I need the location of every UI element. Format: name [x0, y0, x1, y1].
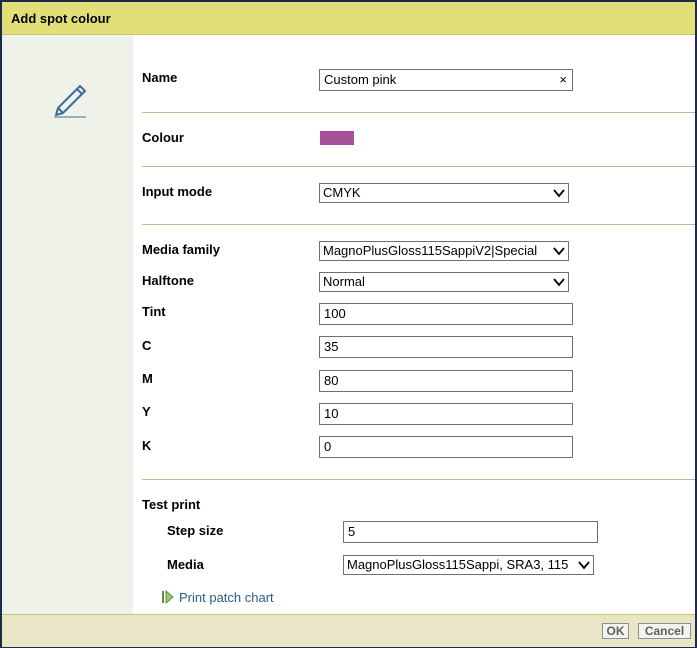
test-print-label: Test print: [142, 497, 201, 512]
tint-label: Tint: [142, 304, 166, 319]
cancel-button[interactable]: Cancel: [638, 623, 691, 639]
y-value: 10: [324, 406, 339, 421]
name-value: Custom pink: [324, 72, 397, 87]
separator: [142, 166, 695, 167]
colour-label: Colour: [142, 130, 184, 145]
y-label: Y: [142, 404, 151, 419]
clear-icon[interactable]: ×: [559, 72, 567, 88]
k-label: K: [142, 438, 152, 453]
media-family-select[interactable]: MagnoPlusGloss115SappiV2|Special: [319, 241, 569, 261]
k-input[interactable]: 0: [319, 436, 573, 458]
tint-value: 100: [324, 306, 346, 321]
chevron-down-icon: [578, 561, 590, 570]
name-label: Name: [142, 70, 178, 85]
separator: [142, 224, 695, 225]
print-patch-chart-link[interactable]: Print patch chart: [162, 589, 274, 605]
c-value: 35: [324, 339, 339, 354]
input-mode-value: CMYK: [323, 185, 361, 200]
step-size-label: Step size: [167, 523, 224, 538]
m-label: M: [142, 371, 153, 386]
k-value: 0: [324, 439, 332, 454]
tint-input[interactable]: 100: [319, 303, 573, 325]
media-select[interactable]: MagnoPlusGloss115Sappi, SRA3, 115: [343, 555, 594, 575]
chevron-down-icon: [553, 247, 565, 256]
input-mode-select[interactable]: CMYK: [319, 183, 569, 203]
halftone-select[interactable]: Normal: [319, 272, 569, 292]
step-size-value: 5: [348, 524, 356, 539]
chevron-down-icon: [553, 189, 565, 198]
m-input[interactable]: 80: [319, 370, 573, 392]
halftone-label: Halftone: [142, 273, 194, 288]
dialog-title: Add spot colour: [11, 11, 111, 26]
step-size-input[interactable]: 5: [343, 521, 598, 543]
add-spot-colour-dialog: Add spot colour Name Custom pink × Colou…: [0, 0, 697, 648]
separator: [142, 479, 695, 480]
name-input[interactable]: Custom pink ×: [319, 69, 573, 91]
c-input[interactable]: 35: [319, 336, 573, 358]
left-pane: [2, 35, 133, 614]
chevron-down-icon: [553, 278, 565, 287]
print-patch-chart-label: Print patch chart: [179, 589, 274, 605]
play-arrow-icon: [162, 590, 174, 604]
media-family-label: Media family: [142, 242, 221, 257]
ok-button[interactable]: OK: [602, 623, 629, 639]
media-family-value: MagnoPlusGloss115SappiV2|Special: [323, 243, 538, 258]
dialog-footer: OK Cancel: [2, 614, 695, 647]
colour-swatch: [320, 131, 354, 145]
pencil-icon: [54, 85, 86, 118]
input-mode-label: Input mode: [142, 184, 213, 199]
dialog-titlebar: Add spot colour: [2, 2, 695, 35]
separator: [142, 112, 695, 113]
media-label: Media: [167, 557, 204, 572]
y-input[interactable]: 10: [319, 403, 573, 425]
halftone-value: Normal: [323, 274, 365, 289]
c-label: C: [142, 338, 152, 353]
media-value: MagnoPlusGloss115Sappi, SRA3, 115: [347, 557, 569, 572]
m-value: 80: [324, 373, 339, 388]
